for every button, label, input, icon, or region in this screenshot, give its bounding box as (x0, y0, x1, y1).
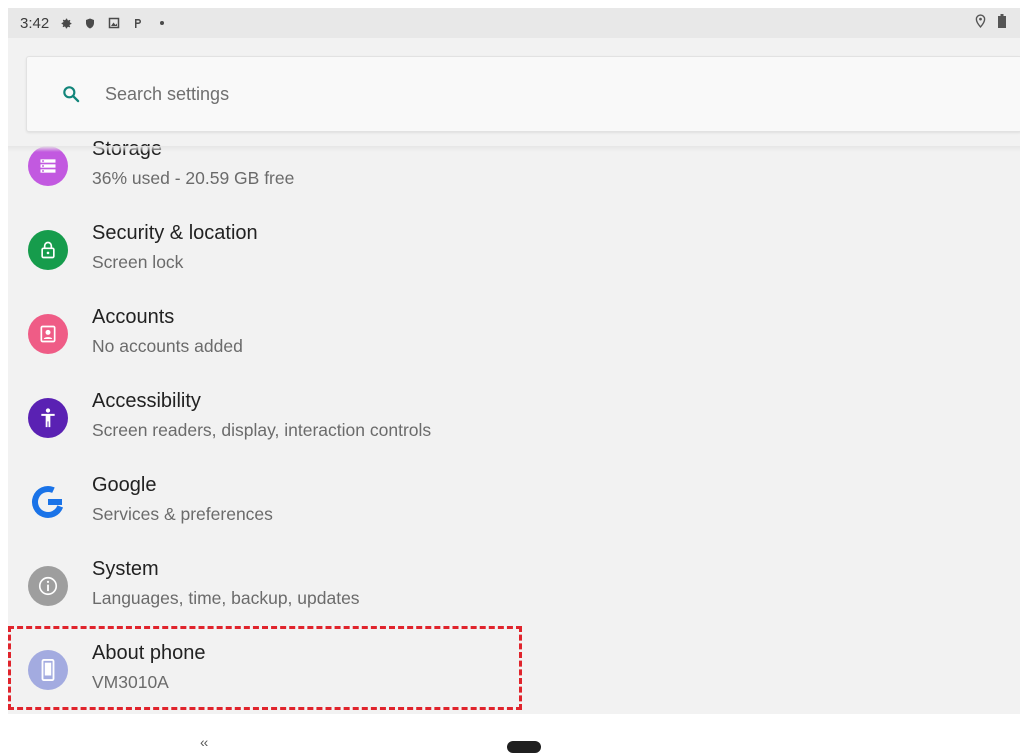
google-icon (28, 482, 68, 522)
settings-item-google[interactable]: Google Services & preferences (8, 460, 1020, 544)
item-title: Accounts (92, 306, 175, 328)
item-subtitle: VM3010A (92, 672, 169, 692)
info-icon (28, 566, 68, 606)
location-icon (975, 13, 986, 33)
account-icon (28, 314, 68, 354)
dot-icon (155, 16, 169, 30)
settings-item-accessibility[interactable]: Accessibility Screen readers, display, i… (8, 376, 1020, 460)
settings-item-storage[interactable]: Storage 36% used - 20.59 GB free (8, 124, 1020, 208)
item-subtitle: Screen readers, display, interaction con… (92, 420, 432, 440)
item-subtitle: 36% used - 20.59 GB free (92, 168, 295, 188)
item-subtitle: Services & preferences (92, 504, 273, 524)
item-subtitle: Screen lock (92, 252, 184, 272)
item-title: Security & location (92, 222, 258, 244)
search-icon (59, 82, 83, 106)
status-left: 3:42 (20, 15, 169, 32)
settings-item-security[interactable]: Security & location Screen lock (8, 208, 1020, 292)
settings-gear-icon (59, 16, 73, 30)
screenshot-icon (107, 16, 121, 30)
item-title: Google (92, 474, 157, 496)
battery-icon (998, 13, 1006, 33)
item-title: Accessibility (92, 390, 201, 412)
settings-item-about-phone[interactable]: About phone VM3010A (8, 628, 1020, 712)
lock-icon (28, 230, 68, 270)
home-button[interactable] (507, 741, 541, 753)
accessibility-icon (28, 398, 68, 438)
item-subtitle: Languages, time, backup, updates (92, 588, 360, 608)
storage-icon (28, 146, 68, 186)
status-right (975, 13, 1006, 33)
status-bar: 3:42 (8, 8, 1020, 38)
settings-main: Storage 36% used - 20.59 GB free Securit… (8, 38, 1020, 714)
item-subtitle: No accounts added (92, 336, 243, 356)
status-time: 3:42 (20, 14, 50, 32)
shield-icon (83, 16, 97, 30)
parking-icon (131, 16, 145, 30)
settings-item-accounts[interactable]: Accounts No accounts added (8, 292, 1020, 376)
search-bar[interactable] (26, 56, 1020, 132)
navigation-bar: ‹‹ (0, 714, 1028, 754)
search-input[interactable] (103, 82, 807, 106)
item-title: About phone (92, 642, 206, 664)
phone-icon (28, 650, 68, 690)
search-shadow (8, 146, 1020, 152)
back-button[interactable]: ‹‹ (200, 734, 208, 750)
settings-item-system[interactable]: System Languages, time, backup, updates (8, 544, 1020, 628)
item-title: System (92, 558, 159, 580)
